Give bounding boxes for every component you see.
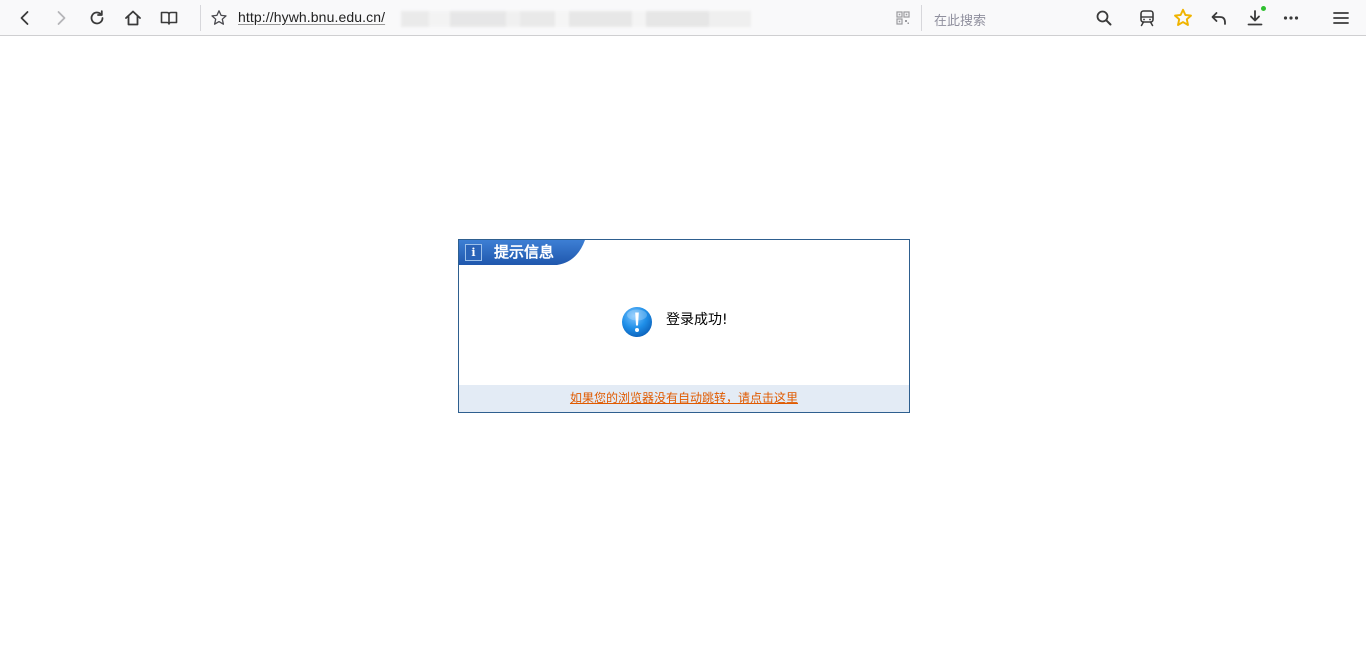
forward-arrow-icon xyxy=(57,11,66,25)
back-arrow-icon xyxy=(20,11,29,25)
forward-button[interactable] xyxy=(47,4,75,32)
notice-dialog: i 提示信息 登录成功! 如果您的浏览器没有自动跳转，请点击这里 xyxy=(458,239,910,413)
url-redacted-region xyxy=(401,11,751,27)
redirect-link[interactable]: 如果您的浏览器没有自动跳转，请点击这里 xyxy=(570,390,798,406)
url-text[interactable]: http://hywh.bnu.edu.cn/ xyxy=(238,9,385,25)
success-message: 登录成功! xyxy=(666,312,728,328)
address-bar[interactable]: http://hywh.bnu.edu.cn/ xyxy=(200,5,920,31)
qr-code-button[interactable] xyxy=(889,4,917,32)
browser-toolbar: http://hywh.bnu.edu.cn/ 在此搜索 xyxy=(0,0,1366,36)
more-icon xyxy=(1283,16,1299,20)
train-ticket-button[interactable] xyxy=(1133,4,1161,32)
undo-close-tab-button[interactable] xyxy=(1205,4,1233,32)
more-tools-button[interactable] xyxy=(1277,4,1305,32)
home-icon xyxy=(125,10,141,26)
reload-button[interactable] xyxy=(83,4,111,32)
search-bar[interactable]: 在此搜索 xyxy=(921,5,1121,31)
search-button[interactable] xyxy=(1090,4,1118,32)
qr-code-icon xyxy=(896,11,910,25)
favorites-star-icon xyxy=(1174,8,1192,26)
main-menu-button[interactable] xyxy=(1327,4,1355,32)
download-button[interactable] xyxy=(1241,4,1269,32)
menu-icon xyxy=(1333,12,1349,24)
train-icon xyxy=(1140,10,1154,27)
dialog-title: 提示信息 xyxy=(494,243,555,261)
dialog-footer: 如果您的浏览器没有自动跳转，请点击这里 xyxy=(459,385,909,412)
info-icon: i xyxy=(465,244,482,261)
search-input[interactable]: 在此搜索 xyxy=(934,10,986,29)
bookmark-page-button[interactable] xyxy=(205,4,233,32)
reader-view-button[interactable] xyxy=(155,4,183,32)
favorites-button[interactable] xyxy=(1169,4,1197,32)
home-button[interactable] xyxy=(119,4,147,32)
back-button[interactable] xyxy=(11,4,39,32)
bookmark-star-icon xyxy=(211,10,227,25)
dialog-header: i 提示信息 xyxy=(459,240,585,265)
reload-icon xyxy=(90,10,104,25)
reader-view-icon xyxy=(160,11,178,25)
exclamation-icon xyxy=(622,307,652,337)
download-indicator-dot xyxy=(1261,6,1266,11)
undo-icon xyxy=(1211,12,1226,25)
download-icon xyxy=(1247,10,1263,26)
search-icon xyxy=(1096,10,1112,26)
